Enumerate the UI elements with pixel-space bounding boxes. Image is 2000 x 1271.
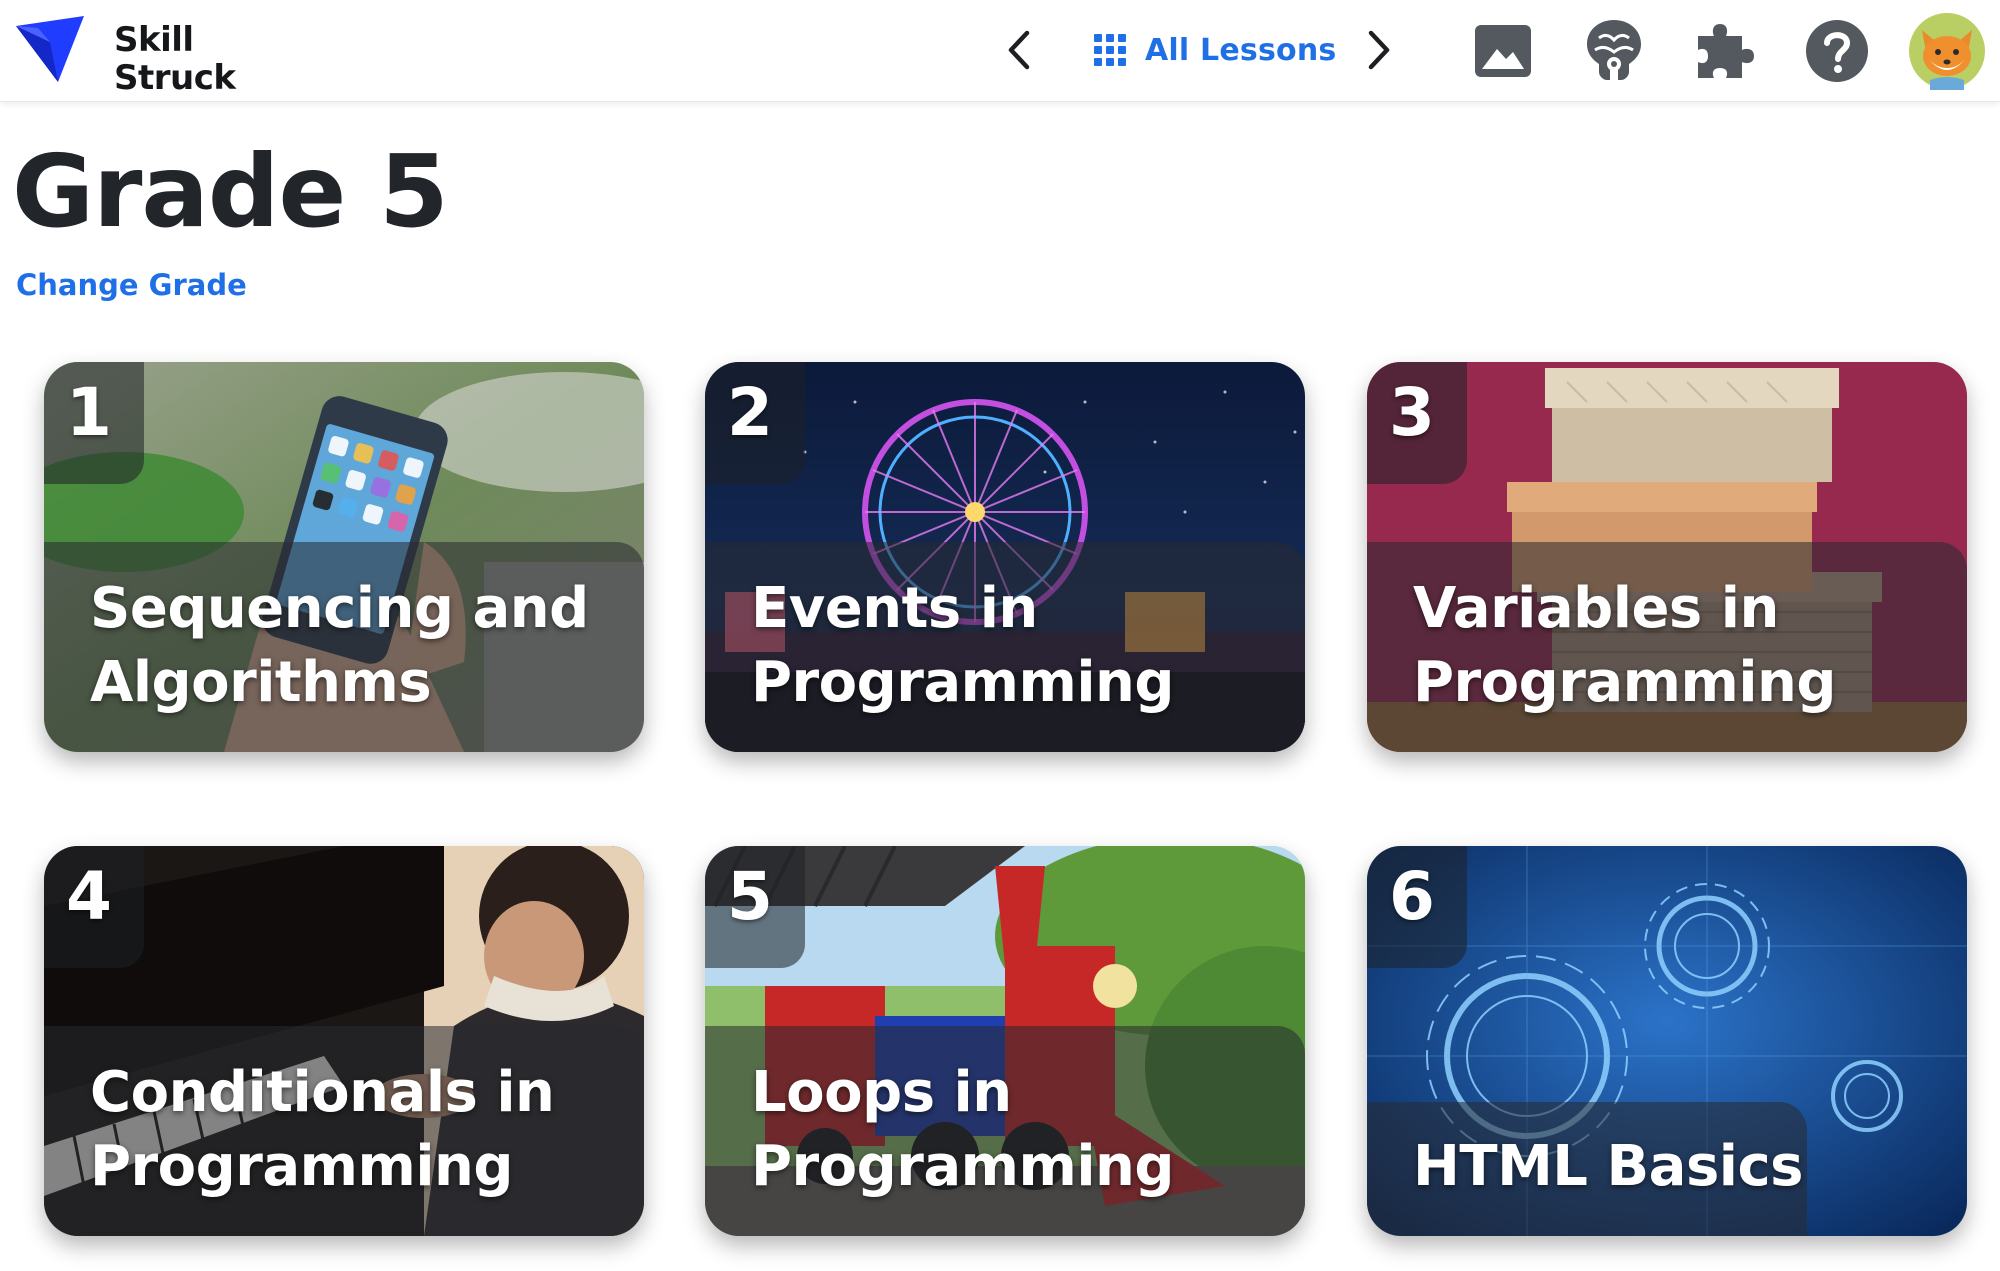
logo-mark-icon (16, 16, 84, 82)
lesson-title: Loops in Programming (751, 1060, 1174, 1199)
lesson-title: Conditionals in Programming (90, 1060, 555, 1199)
chevron-left-icon (1008, 30, 1030, 70)
fox-avatar-icon (1909, 13, 1985, 90)
help-icon (1806, 20, 1868, 82)
lesson-number: 5 (727, 858, 773, 935)
lesson-title: Variables in Programming (1413, 576, 1836, 715)
lesson-number: 4 (66, 858, 112, 935)
page-title: Grade 5 (12, 133, 449, 250)
lesson-card-2[interactable]: 2 Events in Programming (705, 362, 1305, 752)
extensions-button[interactable] (1686, 12, 1764, 90)
puzzle-icon (1698, 24, 1754, 78)
help-button[interactable] (1798, 12, 1876, 90)
all-lessons-button[interactable]: All Lessons (1093, 22, 1336, 78)
skill-struck-logo[interactable]: Skill Struck (14, 12, 244, 97)
next-lesson-button[interactable] (1348, 20, 1408, 80)
lesson-card-5[interactable]: 5 Loops in Programming (705, 846, 1305, 1236)
gallery-icon (1475, 25, 1531, 77)
lesson-card-1[interactable]: 1 Sequencing and Algorithms (44, 362, 644, 752)
all-lessons-label: All Lessons (1145, 32, 1337, 68)
change-grade-link[interactable]: Change Grade (16, 268, 247, 302)
lesson-card-4[interactable]: 4 Conditionals in Programming (44, 846, 644, 1236)
grid-icon (1094, 34, 1126, 66)
lesson-title: Sequencing and Algorithms (90, 576, 589, 715)
brain-icon (1587, 20, 1641, 80)
lesson-title: HTML Basics (1413, 1134, 1804, 1199)
ai-brain-button[interactable] (1575, 12, 1653, 90)
top-navigation-bar: Skill Struck All Lessons (0, 0, 2000, 102)
lesson-title: Events in Programming (751, 576, 1174, 715)
lesson-number: 2 (727, 374, 773, 451)
logo-text: Skill Struck (114, 20, 236, 98)
previous-lesson-button[interactable] (990, 20, 1050, 80)
lesson-number: 3 (1389, 374, 1435, 451)
logo-text-line1: Skill (114, 20, 194, 60)
user-avatar-button[interactable] (1908, 12, 1986, 90)
logo-text-line2: Struck (114, 58, 236, 98)
gallery-button[interactable] (1464, 12, 1542, 90)
lesson-card-3[interactable]: 3 Variables in Programming (1367, 362, 1967, 752)
chevron-right-icon (1368, 30, 1390, 70)
lesson-card-6[interactable]: 6 HTML Basics (1367, 846, 1967, 1236)
lesson-number: 1 (66, 374, 112, 451)
lesson-number: 6 (1389, 858, 1435, 935)
